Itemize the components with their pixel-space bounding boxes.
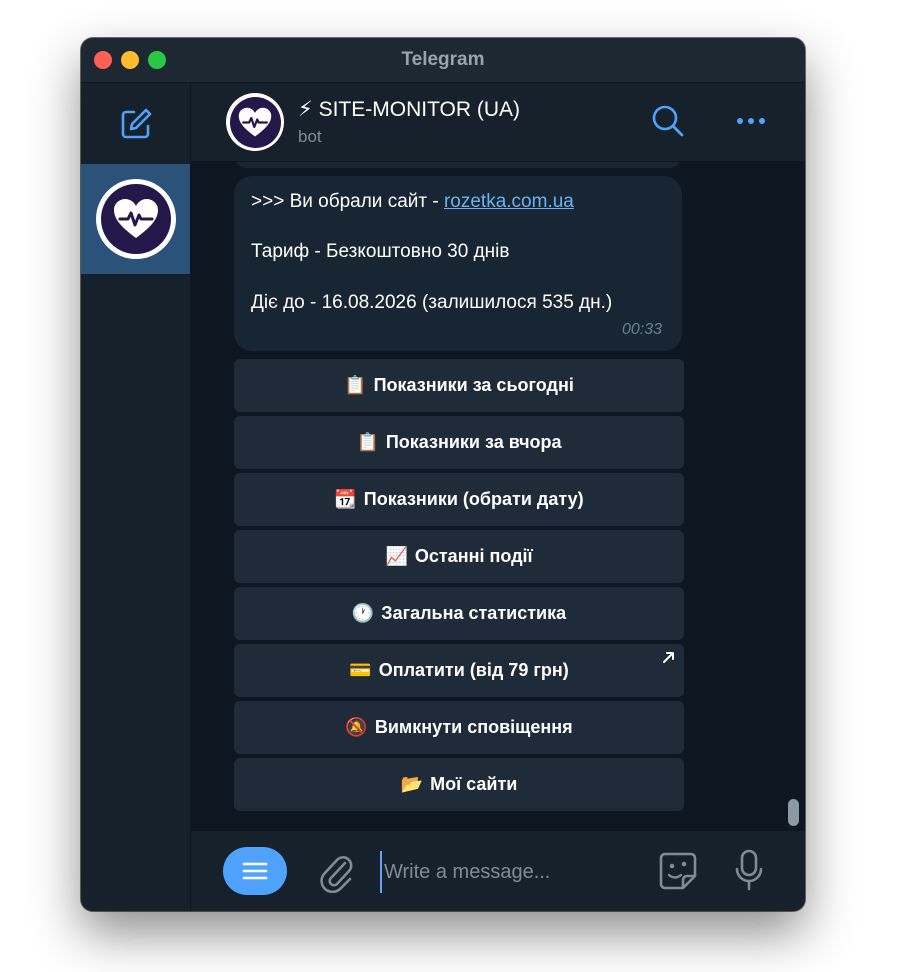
window-title: Telegram xyxy=(401,49,485,70)
message-time: 00:33 xyxy=(621,321,662,338)
previous-message-bubble xyxy=(234,162,682,168)
menu-icon xyxy=(242,862,268,880)
search-icon[interactable] xyxy=(648,101,688,141)
chat-title[interactable]: ⚡ SITE-MONITOR (UA) xyxy=(298,97,520,122)
message-line-expiry: Діє до - 16.08.2026 (залишилося 535 дн.) xyxy=(251,292,613,313)
paperclip-icon[interactable] xyxy=(316,849,356,894)
external-link-icon xyxy=(663,652,674,663)
keyboard-button-general-stats[interactable]: 🕐 Загальна статистика xyxy=(234,587,684,640)
message-line-tariff: Тариф - Безкоштовно 30 днів xyxy=(251,241,510,262)
keyboard-button-label: Показники за вчора xyxy=(385,432,562,452)
clipboard-icon: 📋 xyxy=(344,374,367,396)
message-text: >>> Ви обрали сайт - xyxy=(251,191,444,212)
site-link[interactable]: rozetka.com.ua xyxy=(444,191,574,212)
scrollbar-thumb[interactable] xyxy=(788,799,799,826)
chat-header: ⚡ SITE-MONITOR (UA) bot xyxy=(191,83,805,162)
message-input[interactable] xyxy=(380,851,636,893)
heart-pulse-icon xyxy=(229,96,281,148)
telegram-window: Telegram ⚡ SITE-MONITOR (UA) bot >>> Ви … xyxy=(81,38,805,911)
message-area: >>> Ви обрали сайт - rozetka.com.ua Тари… xyxy=(191,162,805,831)
chat-list-sidebar xyxy=(81,83,191,911)
keyboard-button-my-sites[interactable]: 📂 Мої сайти xyxy=(234,758,684,811)
keyboard-button-today-stats[interactable]: 📋 Показники за сьогодні xyxy=(234,359,684,412)
keyboard-button-label: Мої сайти xyxy=(430,774,518,794)
title-bar: Telegram xyxy=(81,38,805,83)
keyboard-button-label: Останні події xyxy=(414,546,533,566)
folder-icon: 📂 xyxy=(400,773,424,795)
microphone-icon[interactable] xyxy=(733,847,765,895)
chart-increasing-icon: 📈 xyxy=(385,545,408,567)
chat-list-item-site-monitor[interactable] xyxy=(81,164,190,274)
keyboard-button-label: Оплатити (від 79 грн) xyxy=(378,660,569,680)
keyboard-button-mute-notifications[interactable]: 🔕 Вимкнути сповіщення xyxy=(234,701,684,754)
bot-menu-button[interactable] xyxy=(223,847,287,895)
keyboard-button-recent-events[interactable]: 📈 Останні події xyxy=(234,530,684,583)
message-composer xyxy=(191,830,805,911)
bell-muted-icon: 🔕 xyxy=(345,716,368,738)
compose-icon[interactable] xyxy=(119,107,153,141)
avatar[interactable] xyxy=(226,93,284,151)
message-bubble: >>> Ви обрали сайт - rozetka.com.ua Тари… xyxy=(234,176,682,351)
avatar xyxy=(96,179,176,259)
keyboard-button-label: Вимкнути сповіщення xyxy=(374,717,573,737)
keyboard-button-date-stats[interactable]: 📆 Показники (обрати дату) xyxy=(234,473,684,526)
keyboard-button-label: Показники (обрати дату) xyxy=(363,489,584,509)
chat-status: bot xyxy=(298,127,322,146)
credit-card-icon: 💳 xyxy=(349,659,372,681)
keyboard-button-yesterday-stats[interactable]: 📋 Показники за вчора xyxy=(234,416,684,469)
calendar-icon: 📆 xyxy=(334,488,357,510)
keyboard-button-label: Загальна статистика xyxy=(381,603,567,623)
more-icon[interactable] xyxy=(731,101,771,141)
message-line-site: >>> Ви обрали сайт - rozetka.com.ua xyxy=(251,191,574,213)
keyboard-button-pay[interactable]: 💳 Оплатити (від 79 грн) xyxy=(234,644,684,697)
clock-icon: 🕐 xyxy=(351,602,375,624)
keyboard-button-label: Показники за сьогодні xyxy=(373,375,574,395)
sticker-icon[interactable] xyxy=(656,849,700,893)
clipboard-icon: 📋 xyxy=(356,431,379,453)
heart-pulse-icon xyxy=(101,184,171,254)
